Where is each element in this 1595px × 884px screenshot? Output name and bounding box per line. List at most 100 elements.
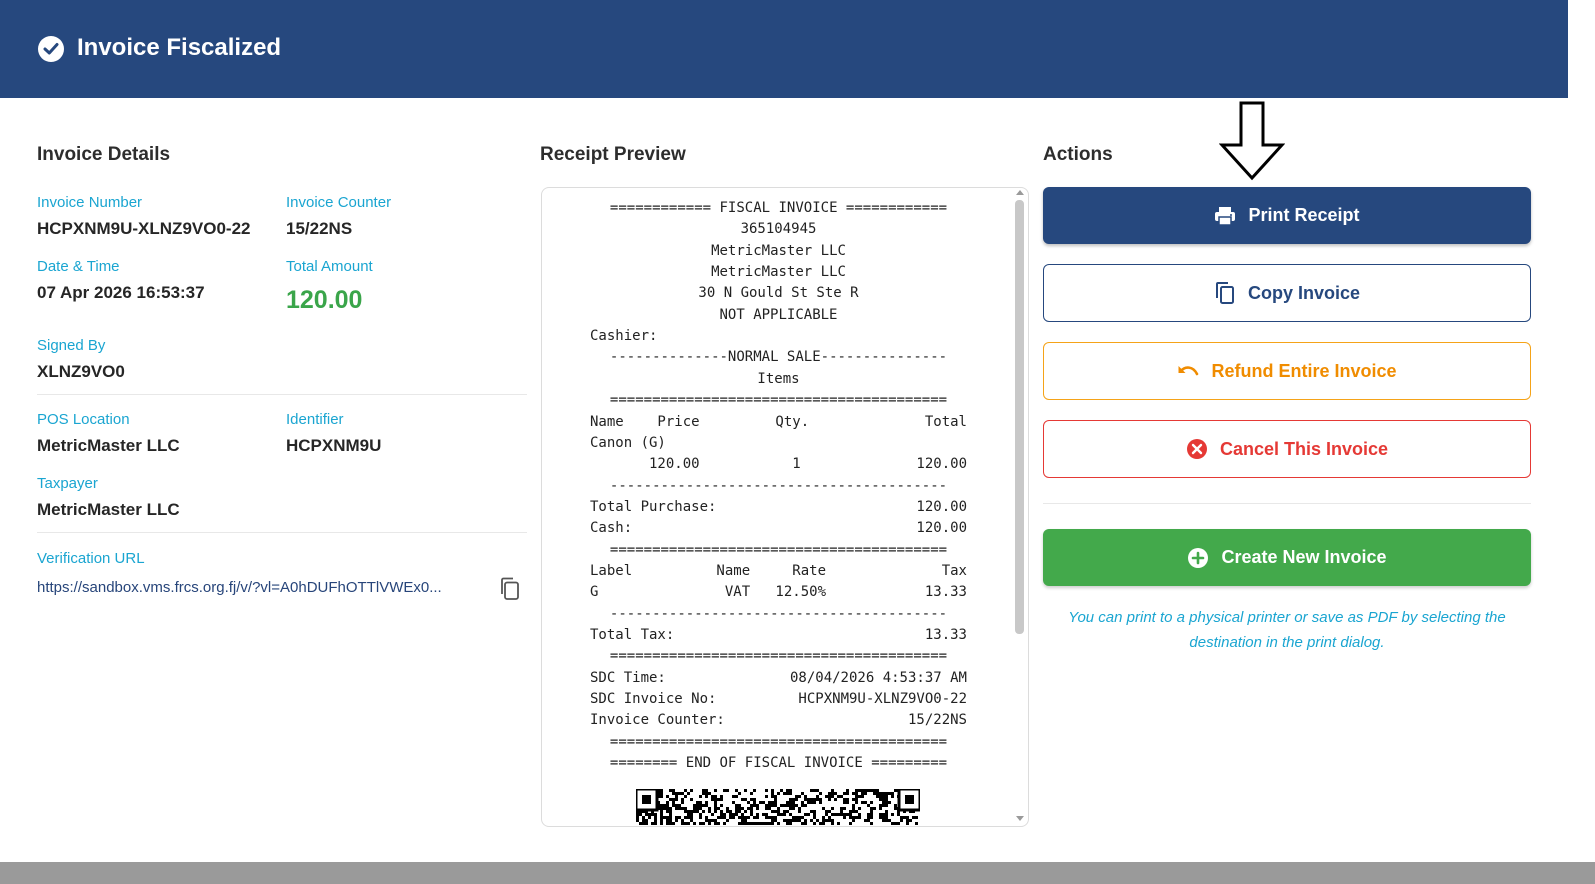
actions-divider: [1043, 503, 1531, 504]
receipt-line-text: ============ FISCAL INVOICE ============: [609, 200, 948, 216]
check-circle-icon: [38, 36, 64, 62]
receipt-line-text: MetricMaster LLC: [711, 264, 846, 281]
receipt-line: ========================================: [590, 392, 967, 413]
receipt-line-text: Cash:: [590, 520, 633, 537]
cancel-invoice-button[interactable]: Cancel This Invoice: [1043, 420, 1531, 478]
receipt-line: ========================================: [590, 734, 967, 755]
receipt-line-text: 120.00 1: [590, 456, 801, 473]
receipt-line: ============ FISCAL INVOICE ============: [590, 200, 967, 221]
receipt-scrollbar-thumb[interactable]: [1015, 200, 1024, 634]
receipt-line-text: --------------NORMAL SALE---------------: [609, 349, 948, 366]
date-time-label: Date & Time: [37, 258, 120, 275]
taxpayer-value: MetricMaster LLC: [37, 500, 180, 519]
invoice-counter-label: Invoice Counter: [286, 194, 392, 211]
receipt-line-text: ----------------------------------------: [609, 605, 948, 622]
invoice-number-label: Invoice Number: [37, 194, 143, 211]
print-receipt-label: Print Receipt: [1248, 205, 1360, 225]
total-amount-label: Total Amount: [286, 258, 373, 275]
receipt-line: NOT APPLICABLE: [590, 307, 967, 328]
receipt-line: Total Tax: 13.33: [590, 627, 967, 648]
receipt-line-text: SDC Time:: [590, 669, 666, 686]
background-overlay: [0, 862, 1595, 884]
receipt-line-text: Canon (G): [590, 434, 666, 451]
identifier-label: Identifier: [286, 411, 344, 428]
signed-by-value: XLNZ9VO0: [37, 362, 125, 381]
receipt-line-text: ========================================: [609, 733, 948, 750]
receipt-line: 30 N Gould St Ste R: [590, 285, 967, 306]
details-divider: [37, 394, 527, 395]
invoice-counter-value: 15/22NS: [286, 219, 353, 238]
print-receipt-button[interactable]: Print Receipt: [1043, 187, 1531, 244]
print-hint-text: You can print to a physical printer or s…: [1068, 609, 1506, 651]
receipt-line: SDC Time: 08/04/2026 4:53:37 AM: [590, 670, 967, 691]
receipt-line-value: 120.00: [916, 498, 967, 515]
receipt-line-value: 120.00: [916, 520, 967, 537]
receipt-line: ----------------------------------------: [590, 606, 967, 627]
receipt-line-text: ========================================: [609, 392, 948, 409]
qr-code: [636, 789, 920, 825]
receipt-line-text: Invoice Counter:: [590, 712, 725, 729]
details-divider: [37, 532, 527, 533]
invoice-number-value: HCPXNM9U-XLNZ9VO0-22: [37, 219, 251, 238]
receipt-line: Cash: 120.00: [590, 520, 967, 541]
receipt-line-value: Total: [924, 413, 967, 430]
receipt-line: Cashier:: [590, 328, 967, 349]
verification-url-label: Verification URL: [37, 550, 145, 567]
pos-location-label: POS Location: [37, 411, 130, 428]
receipt-line: ----------------------------------------: [590, 478, 967, 499]
receipt-line: MetricMaster LLC: [590, 243, 967, 264]
receipt-line: Invoice Counter: 15/22NS: [590, 712, 967, 733]
receipt-line: G VAT 12.50% 13.33: [590, 584, 967, 605]
pos-location-value: MetricMaster LLC: [37, 436, 180, 455]
plus-circle-icon: [1187, 547, 1209, 569]
receipt-line: Name Price Qty. Total: [590, 414, 967, 435]
receipt-line: Canon (G): [590, 435, 967, 456]
receipt-line: SDC Invoice No: HCPXNM9U-XLNZ9VO0-22: [590, 691, 967, 712]
undo-icon: [1177, 363, 1199, 379]
refund-invoice-button[interactable]: Refund Entire Invoice: [1043, 342, 1531, 400]
taxpayer-label: Taxpayer: [37, 475, 98, 492]
receipt-line-value: 13.33: [924, 627, 967, 643]
receipt-line-value: Tax: [941, 562, 967, 579]
printer-icon: [1214, 206, 1236, 226]
scroll-down-arrow[interactable]: [1016, 816, 1024, 821]
copy-invoice-label: Copy Invoice: [1247, 282, 1361, 303]
scroll-up-arrow[interactable]: [1016, 190, 1024, 195]
receipt-line-text: 30 N Gould St Ste R: [698, 285, 859, 302]
receipt-line-value: 13.33: [924, 584, 967, 601]
receipt-preview-title: Receipt Preview: [540, 144, 686, 165]
receipt-line-text: Cashier:: [590, 328, 658, 345]
receipt-line-text: G VAT 12.50%: [590, 584, 827, 601]
receipt-line-text: Items: [757, 370, 800, 387]
receipt-line-text: Label Name Rate: [590, 562, 827, 579]
receipt-line-value: 120.00: [916, 456, 967, 473]
create-new-invoice-button[interactable]: Create New Invoice: [1043, 529, 1531, 586]
invoice-fiscalized-modal: Invoice Fiscalized Invoice Details Invoi…: [0, 0, 1568, 862]
receipt-line-value: 15/22NS: [907, 712, 967, 729]
receipt-line-text: ========================================: [609, 541, 948, 558]
receipt-line: 365104945: [590, 221, 967, 242]
receipt-line-text: Total Purchase:: [590, 498, 717, 515]
signed-by-label: Signed By: [37, 337, 106, 354]
modal-header: Invoice Fiscalized: [0, 0, 1568, 98]
verification-url-link[interactable]: https://sandbox.vms.frcs.org.fj/v/?vl=A0…: [37, 579, 482, 596]
copy-url-icon[interactable]: [498, 576, 522, 602]
receipt-line-text: ========================================: [609, 648, 948, 665]
date-time-value: 07 Apr 2026 16:53:37: [37, 283, 205, 302]
identifier-value: HCPXNM9U: [286, 436, 382, 455]
receipt-line: --------------NORMAL SALE---------------: [590, 349, 967, 370]
receipt-line-text: 365104945: [740, 221, 817, 238]
copy-invoice-button[interactable]: Copy Invoice: [1043, 264, 1531, 322]
receipt-line-text: Total Tax:: [590, 627, 675, 643]
receipt-line: Total Purchase: 120.00: [590, 499, 967, 520]
receipt-line: Items: [590, 371, 967, 392]
receipt-line-text: ----------------------------------------: [609, 477, 948, 494]
receipt-line: ========================================: [590, 542, 967, 563]
modal-title: Invoice Fiscalized: [77, 34, 282, 61]
receipt-line: ========================================: [590, 648, 967, 669]
cancel-circle-icon: [1186, 438, 1208, 460]
receipt-line: ======== END OF FISCAL INVOICE =========: [590, 755, 967, 776]
cancel-invoice-label: Cancel This Invoice: [1219, 438, 1389, 459]
receipt-line-text: Name Price Qty.: [590, 413, 810, 430]
receipt-line-text: MetricMaster LLC: [711, 242, 846, 259]
